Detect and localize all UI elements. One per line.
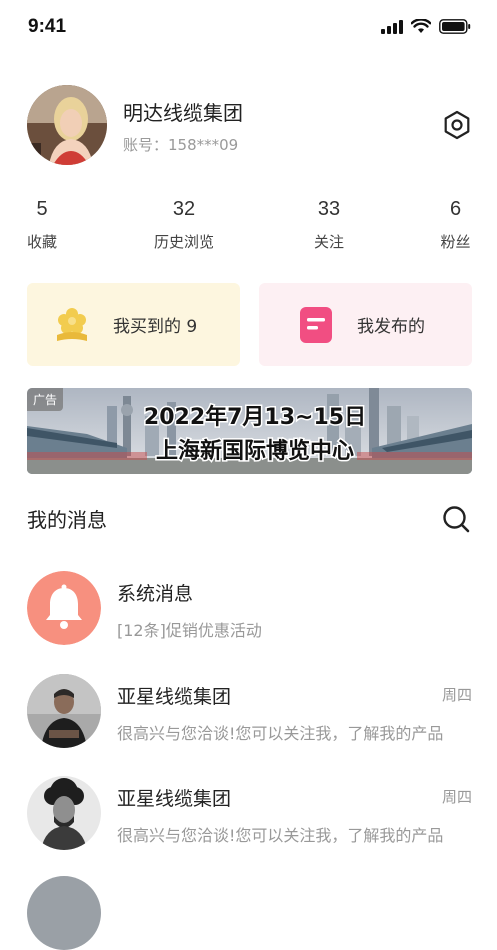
flower-icon [57,307,87,341]
stat-value: 5 [36,198,48,220]
user-name: 明达线缆集团 [123,101,243,125]
stat-value: 33 [317,198,341,220]
status-bar: 9:41 [0,0,497,56]
stat-following[interactable]: 33 关注 [311,198,347,252]
wifi-icon [411,19,431,33]
message-title: 亚星线缆集团 [117,686,232,708]
message-title: 系统消息 [117,583,194,605]
contact-avatar-partial [27,876,101,950]
user-account: 账号：158***09 [123,136,239,154]
battery-icon [439,19,471,34]
profile-header: 明达线缆集团 账号：158***09 [27,85,472,165]
stat-label: 收藏 [27,233,58,251]
messages-section-title: 我的消息 [27,508,107,532]
my-posts-label: 我发布的 [357,317,425,337]
system-message-avatar [27,571,101,645]
stat-label: 关注 [313,233,344,251]
stat-fans[interactable]: 6 粉丝 [439,198,472,252]
stat-history[interactable]: 32 历史浏览 [151,198,217,252]
message-item[interactable]: 亚星线缆集团 很高兴与您洽谈!您可以关注我，了解我的产品 周四 [27,674,472,754]
message-preview: [12条]促销优惠活动 [117,621,262,640]
settings-icon[interactable] [442,110,472,140]
my-posts-card[interactable]: 我发布的 [259,283,472,366]
stat-value: 32 [172,198,196,220]
stat-label: 历史浏览 [153,233,214,251]
document-icon [300,306,332,343]
stat-label: 粉丝 [440,233,471,251]
contact-avatar [27,776,101,850]
stat-favorites[interactable]: 5 收藏 [27,198,57,252]
my-purchases-label: 我买到的 9 [113,317,198,337]
banner-venue-text: 上海新国际博览中心 [156,438,354,464]
stats-row: 5 收藏 32 历史浏览 33 关注 6 粉丝 [27,198,472,258]
quick-cards: 我买到的 9 我发布的 [27,283,472,366]
message-preview: 很高兴与您洽谈!您可以关注我，了解我的产品 [117,826,444,845]
message-title: 亚星线缆集团 [117,788,232,810]
message-preview: 很高兴与您洽谈!您可以关注我，了解我的产品 [117,724,444,743]
status-time: 9:41 [28,16,67,37]
message-item[interactable]: 亚星线缆集团 很高兴与您洽谈!您可以关注我，了解我的产品 周四 [27,776,472,856]
banner-date-text: 2022年7月13~15日 [144,404,366,430]
my-purchases-card[interactable]: 我买到的 9 [27,283,240,366]
stat-value: 6 [449,198,462,220]
message-item-system[interactable]: 系统消息 [12条]促销优惠活动 [27,571,472,651]
banner-image: 2022年7月13~15日 上海新国际博览中心 [27,388,472,474]
status-icons [381,19,471,34]
signal-icon [381,19,403,34]
user-avatar[interactable] [27,85,107,165]
message-date: 周四 [441,686,472,704]
ad-banner[interactable]: 2022年7月13~15日 上海新国际博览中心 广告 [27,388,472,474]
message-date: 周四 [441,788,472,806]
search-icon[interactable] [441,504,471,534]
contact-avatar [27,674,101,748]
ad-tag: 广告 [27,388,64,411]
